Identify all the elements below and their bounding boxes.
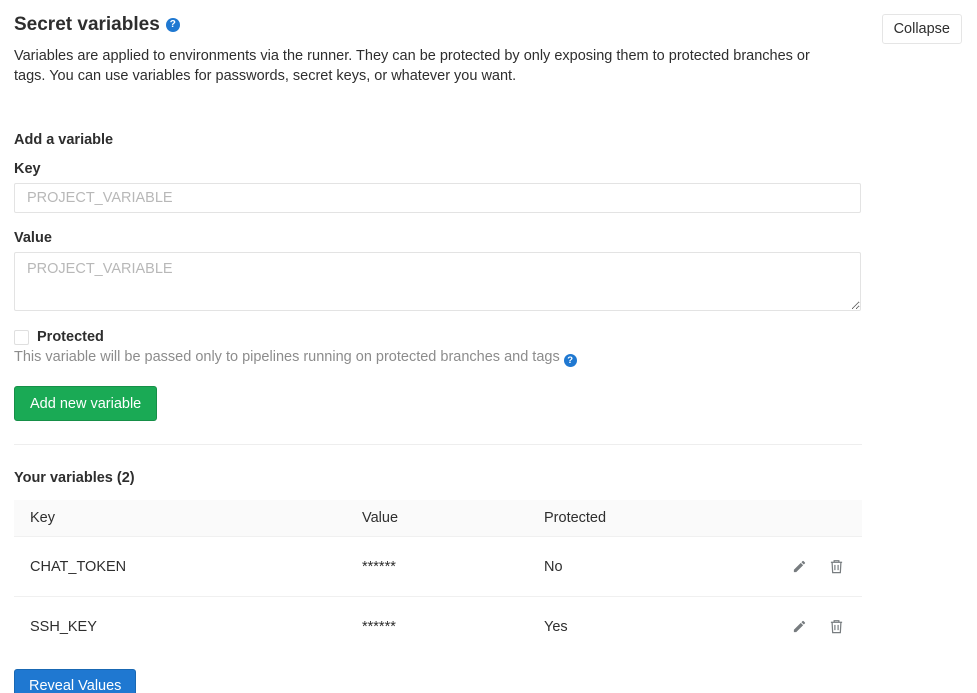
protected-label: Protected [37,329,104,345]
column-header-value: Value [346,500,528,537]
trash-icon [829,619,844,634]
column-header-key: Key [14,500,346,537]
column-header-actions [718,500,862,537]
delete-variable-button[interactable] [827,557,846,576]
divider [14,444,862,445]
value-input[interactable] [14,252,861,311]
question-circle-icon[interactable]: ? [166,18,180,32]
variables-table: Key Value Protected CHAT_TOKEN ****** No [14,500,862,656]
protected-help-text: This variable will be passed only to pip… [14,349,862,367]
protected-checkbox[interactable] [14,330,29,345]
variable-value: ****** [346,597,528,657]
section-header: Secret variables ? [14,14,862,36]
pencil-icon [792,559,807,574]
edit-variable-button[interactable] [790,557,809,576]
collapse-button[interactable]: Collapse [882,14,962,44]
secret-variables-settings: Collapse Secret variables ? Variables ar… [0,0,977,693]
variable-protected: No [528,537,718,597]
add-variable-heading: Add a variable [14,132,862,148]
variable-protected: Yes [528,597,718,657]
table-header-row: Key Value Protected [14,500,862,537]
key-input[interactable] [14,183,861,213]
section-description: Variables are applied to environments vi… [14,46,844,86]
variable-key: CHAT_TOKEN [14,537,346,597]
add-new-variable-button[interactable]: Add new variable [14,386,157,421]
edit-variable-button[interactable] [790,617,809,636]
page-title: Secret variables [14,14,160,36]
table-row: SSH_KEY ****** Yes [14,597,862,657]
table-row: CHAT_TOKEN ****** No [14,537,862,597]
value-label: Value [14,230,862,246]
key-label: Key [14,161,862,177]
protected-option: Protected [14,329,862,345]
your-variables-heading: Your variables (2) [14,470,862,486]
reveal-values-button[interactable]: Reveal Values [14,669,136,693]
trash-icon [829,559,844,574]
column-header-protected: Protected [528,500,718,537]
settings-content: Secret variables ? Variables are applied… [0,0,862,693]
variable-value: ****** [346,537,528,597]
delete-variable-button[interactable] [827,617,846,636]
variable-key: SSH_KEY [14,597,346,657]
pencil-icon [792,619,807,634]
question-circle-icon[interactable]: ? [564,354,577,367]
